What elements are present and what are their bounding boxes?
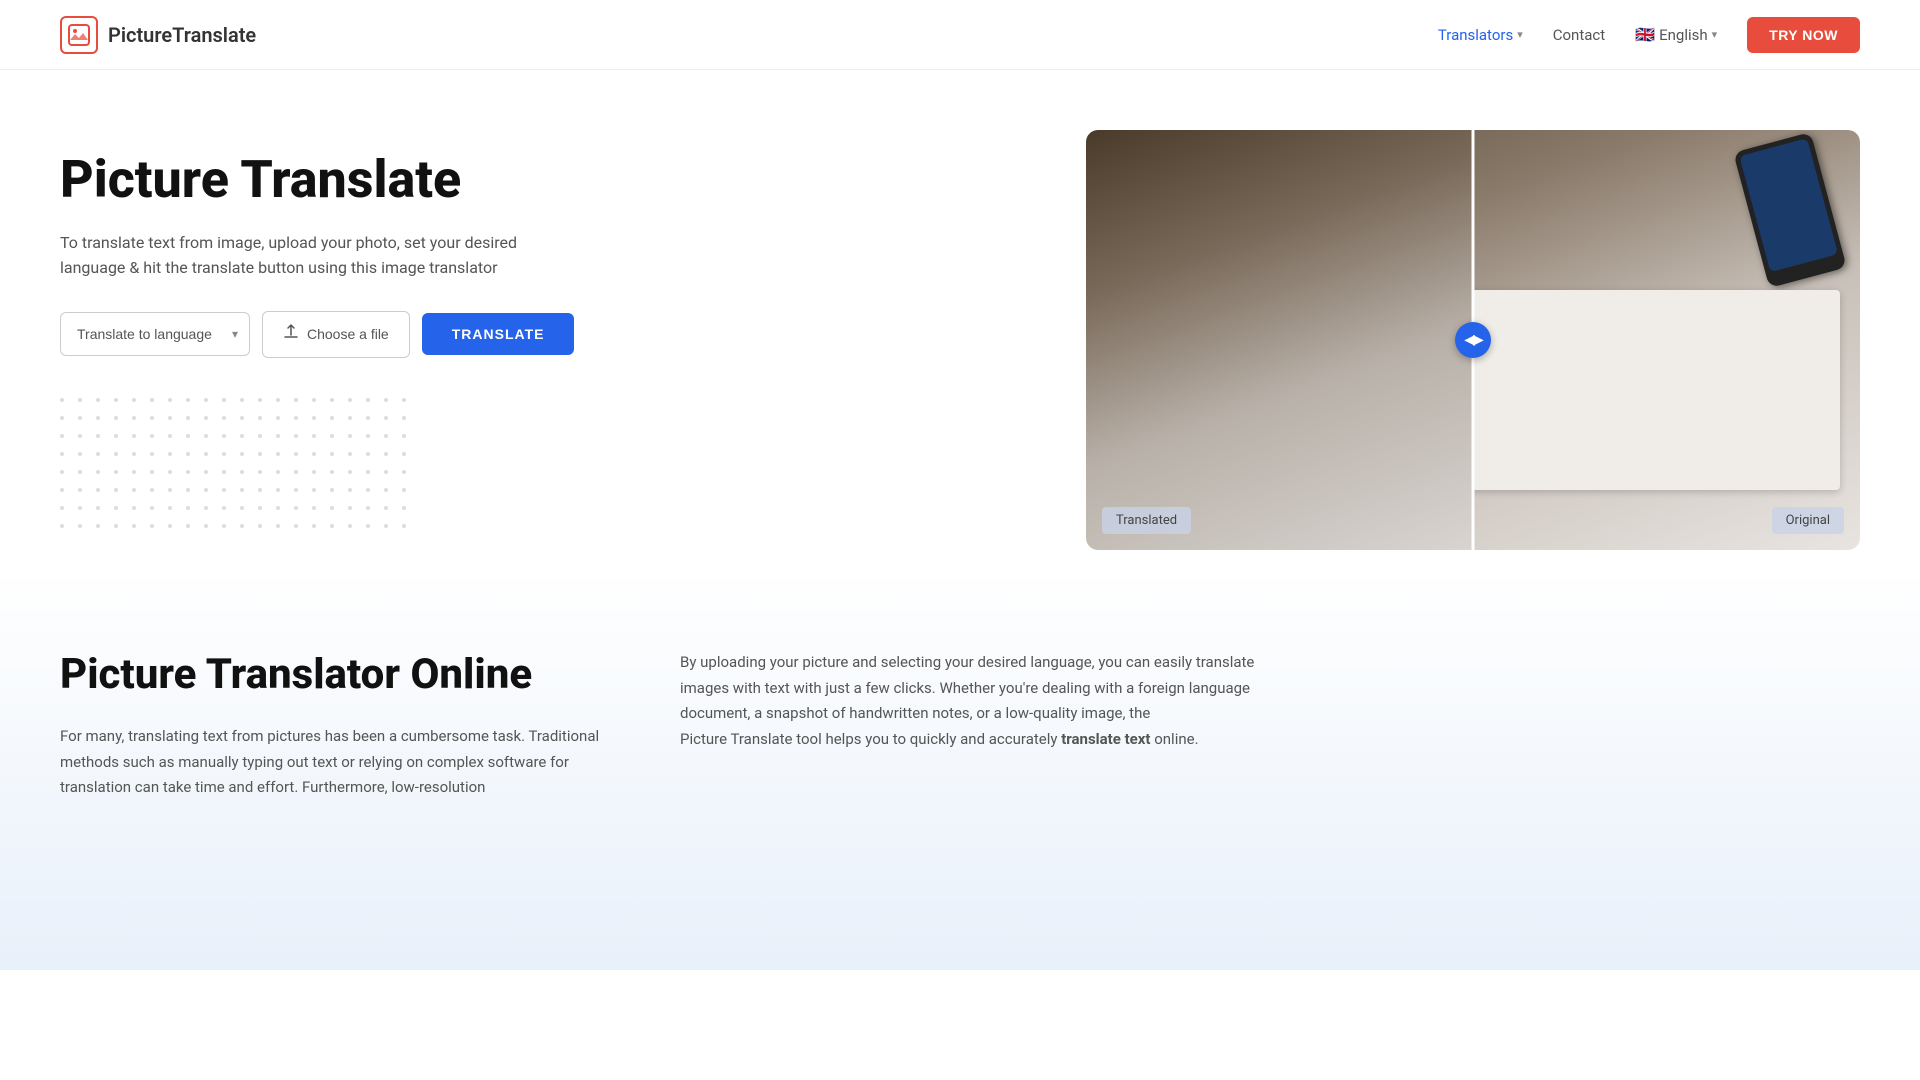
original-label: Original: [1772, 507, 1844, 534]
translators-dropdown-arrow: ▾: [1517, 28, 1523, 41]
flag-icon: 🇬🇧: [1635, 25, 1655, 44]
nav-translators[interactable]: Translators ▾: [1438, 26, 1523, 44]
choose-file-label: Choose a file: [307, 326, 389, 342]
logo-link[interactable]: PictureTranslate: [60, 16, 256, 54]
bottom-content: Picture Translator Online For many, tran…: [60, 650, 1260, 801]
language-select[interactable]: Translate to language Spanish French Ger…: [60, 312, 250, 356]
bottom-right: By uploading your picture and selecting …: [680, 650, 1260, 752]
nav-language[interactable]: 🇬🇧 English ▾: [1635, 25, 1717, 44]
language-select-wrapper: Translate to language Spanish French Ger…: [60, 312, 250, 356]
navbar: PictureTranslate Translators ▾ Contact 🇬…: [0, 0, 1920, 70]
nav-links: Translators ▾ Contact 🇬🇧 English ▾ TRY N…: [1438, 17, 1860, 53]
compare-handle[interactable]: ◀▶: [1455, 322, 1491, 358]
bottom-left: Picture Translator Online For many, tran…: [60, 650, 600, 801]
hero-title: Picture Translate: [60, 150, 1050, 210]
phone-object: [1733, 132, 1847, 288]
section-right-desc: By uploading your picture and selecting …: [680, 650, 1260, 752]
section-left-desc: For many, translating text from pictures…: [60, 724, 600, 801]
compare-arrows-icon: ◀▶: [1464, 332, 1482, 348]
highlight-text: translate text: [1061, 730, 1150, 748]
translated-label: Translated: [1102, 507, 1191, 534]
translated-image-bg: [1086, 130, 1473, 550]
hero-description: To translate text from image, upload you…: [60, 230, 560, 281]
bottom-section: Picture Translator Online For many, tran…: [0, 570, 1920, 970]
choose-file-button[interactable]: Choose a file: [262, 311, 410, 358]
hero-section: Picture Translate To translate text from…: [0, 70, 1920, 570]
upload-icon: [283, 324, 299, 345]
translate-button[interactable]: TRANSLATE: [422, 313, 575, 355]
logo-icon: [60, 16, 98, 54]
hero-right: Креирајте каоan artist. Решите као иngin…: [1086, 130, 1860, 550]
phone-screen: [1739, 138, 1838, 272]
image-compare[interactable]: Креирајте каоan artist. Решите као иngin…: [1086, 130, 1860, 550]
logo-text: PictureTranslate: [108, 23, 256, 47]
language-dropdown-arrow: ▾: [1712, 28, 1718, 41]
section-title: Picture Translator Online: [60, 650, 600, 700]
nav-contact[interactable]: Contact: [1553, 26, 1605, 44]
hero-left: Picture Translate To translate text from…: [60, 130, 1050, 532]
controls-row: Translate to language Spanish French Ger…: [60, 311, 1050, 358]
dot-grid: // Render dots inline document.currentSc…: [60, 398, 1050, 532]
try-now-button[interactable]: TRY NOW: [1747, 17, 1860, 53]
